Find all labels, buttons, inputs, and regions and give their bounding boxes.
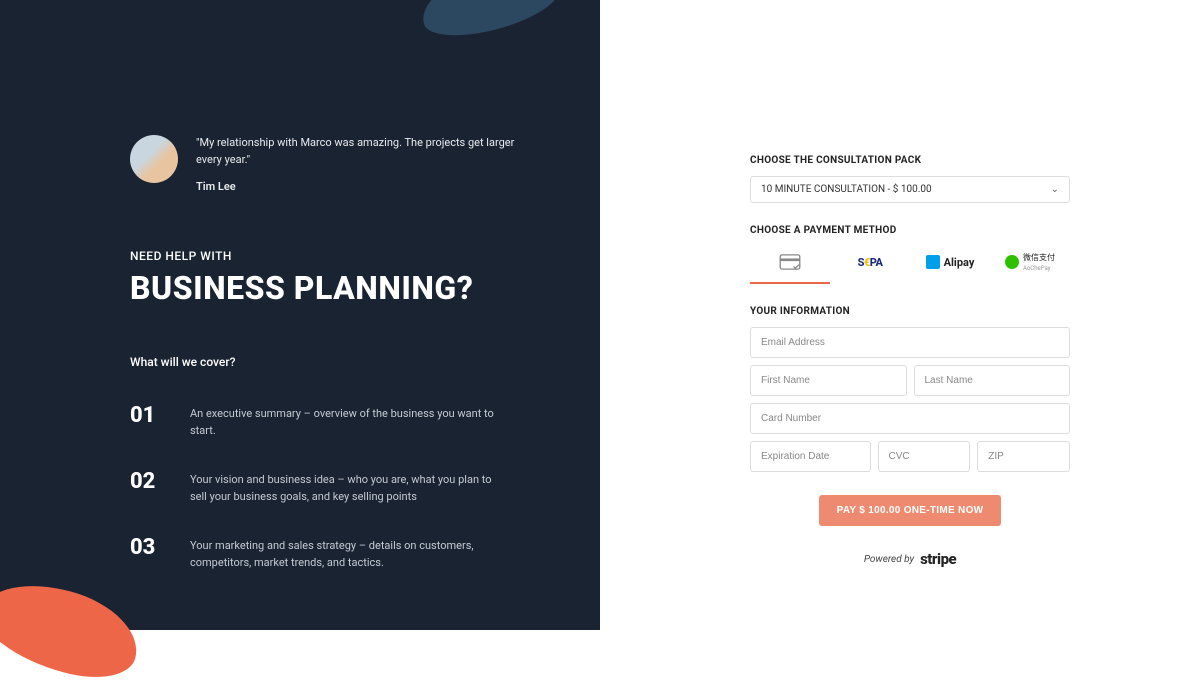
wechat-logo: 微信支付AoChePay	[1005, 252, 1055, 272]
list-item: 03 Your marketing and sales strategy – d…	[130, 535, 600, 571]
payment-sepa[interactable]: S€PA	[830, 246, 910, 284]
card-number-field[interactable]	[750, 403, 1070, 434]
testimonial: "My relationship with Marco was amazing.…	[130, 135, 600, 193]
expiration-field[interactable]	[750, 441, 871, 472]
item-number: 01	[130, 403, 168, 428]
item-desc: An executive summary – overview of the b…	[190, 403, 510, 439]
list-item: 02 Your vision and business idea – who y…	[130, 469, 600, 505]
list-item: 01 An executive summary – overview of th…	[130, 403, 600, 439]
alipay-logo: Alipay	[926, 255, 975, 269]
first-name-field[interactable]	[750, 365, 907, 396]
item-desc: Your marketing and sales strategy – deta…	[190, 535, 510, 571]
subheading: NEED HELP WITH	[130, 249, 600, 263]
pack-selected-value: 10 MINUTE CONSULTATION - $ 100.00	[761, 184, 932, 195]
item-number: 02	[130, 469, 168, 494]
payment-wechat[interactable]: 微信支付AoChePay	[990, 246, 1070, 284]
right-panel: CHOOSE THE CONSULTATION PACK 10 MINUTE C…	[600, 0, 1200, 630]
powered-by: Powered by stripe	[750, 550, 1070, 568]
cvc-field[interactable]	[878, 441, 971, 472]
payment-methods: S€PA Alipay 微信支付AoChePay	[750, 246, 1070, 284]
page-heading: BUSINESS PLANNING?	[130, 269, 600, 307]
left-panel: "My relationship with Marco was amazing.…	[0, 0, 600, 630]
decor-top	[415, 0, 566, 47]
chevron-down-icon: ⌄	[1051, 184, 1059, 195]
payment-alipay[interactable]: Alipay	[910, 246, 990, 284]
avatar	[130, 135, 178, 183]
testimonial-author: Tim Lee	[196, 180, 520, 193]
pack-select[interactable]: 10 MINUTE CONSULTATION - $ 100.00 ⌄	[750, 176, 1070, 203]
pay-button[interactable]: PAY $ 100.00 ONE-TIME NOW	[819, 495, 1002, 526]
payment-card[interactable]	[750, 246, 830, 284]
item-desc: Your vision and business idea – who you …	[190, 469, 510, 505]
info-label: YOUR INFORMATION	[750, 306, 1070, 317]
credit-card-icon	[779, 254, 801, 270]
testimonial-quote: "My relationship with Marco was amazing.…	[196, 135, 520, 168]
pack-label: CHOOSE THE CONSULTATION PACK	[750, 155, 1070, 166]
cover-items: 01 An executive summary – overview of th…	[130, 403, 600, 571]
email-field[interactable]	[750, 327, 1070, 358]
last-name-field[interactable]	[914, 365, 1071, 396]
zip-field[interactable]	[977, 441, 1070, 472]
sepa-logo: S€PA	[858, 256, 883, 269]
item-number: 03	[130, 535, 168, 560]
method-label: CHOOSE A PAYMENT METHOD	[750, 225, 1070, 236]
stripe-logo: stripe	[920, 550, 956, 568]
cover-question: What will we cover?	[130, 355, 600, 369]
